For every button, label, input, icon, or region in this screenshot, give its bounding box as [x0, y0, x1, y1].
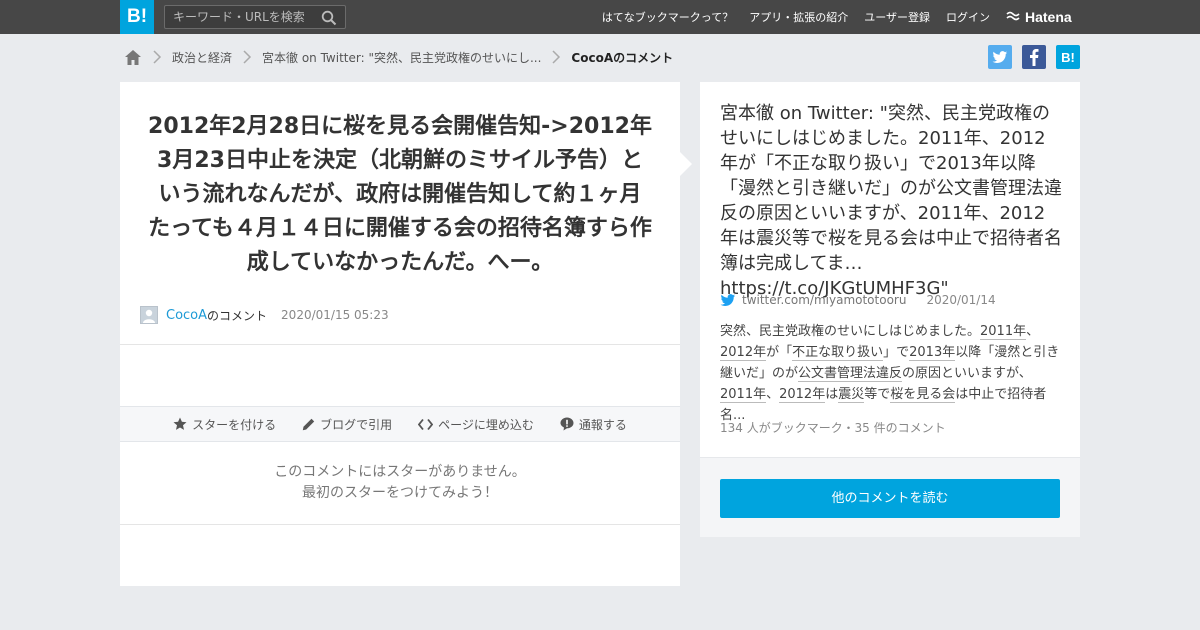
pencil-icon: [302, 418, 315, 430]
summary-text: 、: [766, 387, 780, 402]
code-brackets-icon: [418, 418, 434, 430]
embed-label: ページに埋め込む: [438, 417, 534, 432]
summary-text: 等で: [864, 387, 891, 402]
keyword-link[interactable]: 2011年: [720, 387, 767, 403]
keyword-link[interactable]: 2012年: [720, 345, 767, 361]
entry-date: 2020/01/14: [926, 293, 996, 307]
summary-text: 突然、民主党政権のせいにしはじめました。: [720, 324, 981, 339]
twitter-share-button[interactable]: [988, 45, 1012, 69]
keyword-link[interactable]: 2013年: [909, 345, 956, 361]
search-box: [164, 5, 346, 29]
no-star-line-2: 最初のスターをつけてみよう！: [302, 485, 498, 501]
entry-summary: 突然、民主党政権のせいにしはじめました。2011年、2012年が「不正な取り扱い…: [720, 321, 1062, 426]
comment-date[interactable]: 2020/01/15 05:23: [281, 308, 389, 322]
report-speech-icon: [560, 417, 574, 431]
comment-meta: CocoA のコメント 2020/01/15 05:23: [140, 306, 389, 324]
search-input[interactable]: [165, 6, 315, 28]
no-star-line-1: このコメントにはスターがありません。: [274, 464, 526, 480]
top-nav-links: はてなブックマークって？ アプリ・拡張の紹介 ユーザー登録 ログイン: [586, 0, 990, 34]
read-other-comments-button[interactable]: 他のコメントを読む: [720, 479, 1060, 518]
divider: [120, 344, 680, 345]
chevron-right-icon: [153, 50, 162, 64]
entry-card: 宮本徹 on Twitter: "突然、民主党政権のせいにしはじめました。201…: [700, 82, 1080, 537]
hatena-brand-text: Hatena: [1025, 9, 1072, 25]
divider: [120, 524, 680, 525]
keyword-link[interactable]: 不正な取り扱い: [792, 345, 884, 361]
chevron-right-icon: [552, 50, 561, 64]
search-icon[interactable]: [321, 10, 337, 26]
avatar[interactable]: [140, 306, 158, 324]
comment-user-suffix: のコメント: [207, 308, 268, 323]
entry-domain-link[interactable]: twitter.com/miyamototooru: [742, 293, 906, 307]
summary-text: は: [825, 387, 839, 402]
keyword-link[interactable]: 2011年: [980, 324, 1027, 340]
keyword-link[interactable]: 桜を見る会: [890, 387, 956, 403]
hatena-bookmark-logo[interactable]: B!: [120, 0, 154, 34]
embed-button[interactable]: ページに埋め込む: [418, 416, 534, 433]
blog-quote-button[interactable]: ブログで引用: [302, 416, 392, 433]
comment-card: 2012年2月28日に桜を見る会開催告知->2012年3月23日中止を決定（北朝…: [120, 82, 692, 586]
summary-text: 」で: [883, 345, 910, 360]
hatena-bookmark-share-button[interactable]: B!: [1056, 45, 1080, 69]
nav-login-link[interactable]: ログイン: [946, 9, 990, 25]
breadcrumb-current: CocoAのコメント: [571, 50, 674, 65]
add-star-button[interactable]: スターを付ける: [173, 416, 276, 433]
add-star-label: スターを付ける: [192, 417, 277, 432]
hatena-wave-icon: [1006, 11, 1020, 21]
breadcrumb-entry[interactable]: 宮本徹 on Twitter: "突然、民主党政権のせいにし...: [262, 49, 541, 66]
entry-footer: 他のコメントを読む: [700, 457, 1080, 537]
nav-register-link[interactable]: ユーザー登録: [864, 9, 930, 25]
no-star-message: このコメントにはスターがありません。 最初のスターをつけてみよう！: [120, 462, 680, 504]
comment-user-link[interactable]: CocoA: [166, 308, 207, 323]
summary-text: 、: [1026, 324, 1040, 339]
nav-about-link[interactable]: はてなブックマークって？: [602, 9, 733, 25]
share-buttons: B!: [988, 45, 1080, 69]
blog-quote-label: ブログで引用: [320, 417, 393, 432]
summary-text: が「: [766, 345, 793, 360]
twitter-icon: [992, 50, 1008, 63]
hatena-brand-logo[interactable]: Hatena: [1006, 7, 1072, 27]
comment-actions: スターを付ける ブログで引用 ページに埋め込む 通報する: [120, 406, 680, 442]
nav-apps-link[interactable]: アプリ・拡張の紹介: [749, 9, 848, 25]
entry-stats[interactable]: 134 人がブックマーク・35 件のコメント: [720, 419, 946, 436]
facebook-icon: [1030, 49, 1039, 66]
top-navigation-bar: B! はてなブックマークって？ アプリ・拡張の紹介 ユーザー登録 ログイン Ha…: [0, 0, 1200, 34]
chevron-right-icon: [243, 50, 252, 64]
entry-title-link[interactable]: 宮本徹 on Twitter: "突然、民主党政権のせいにしはじめました。201…: [720, 101, 1062, 301]
user-silhouette-icon: [143, 309, 155, 323]
summary-text: の原因といいますが、: [902, 366, 1032, 381]
report-label: 通報する: [578, 417, 627, 432]
report-button[interactable]: 通報する: [560, 416, 627, 433]
entry-source: twitter.com/miyamototooru 2020/01/14: [720, 291, 996, 309]
breadcrumb: 政治と経済 宮本徹 on Twitter: "突然、民主党政権のせいにし... …: [124, 46, 673, 68]
keyword-link[interactable]: 公文書管理法違反: [798, 366, 903, 382]
twitter-icon: [720, 293, 736, 306]
breadcrumb-category[interactable]: 政治と経済: [172, 49, 232, 66]
home-icon[interactable]: [124, 49, 142, 66]
keyword-link[interactable]: 震災: [838, 387, 865, 403]
keyword-link[interactable]: 2012年: [779, 387, 826, 403]
comment-body: 2012年2月28日に桜を見る会開催告知->2012年3月23日中止を決定（北朝…: [148, 114, 652, 275]
facebook-share-button[interactable]: [1022, 45, 1046, 69]
star-icon: [173, 417, 187, 430]
